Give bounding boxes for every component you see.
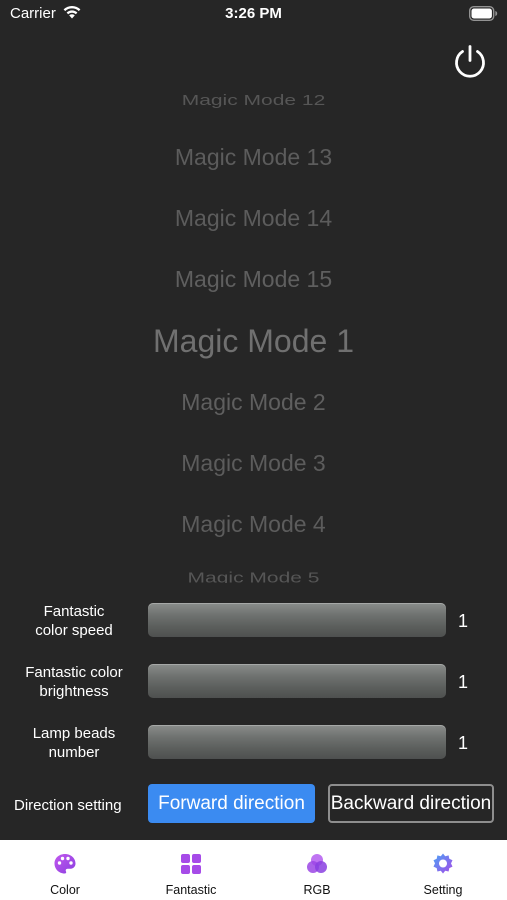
battery-icon [469,6,498,21]
tab-label: RGB [303,883,331,897]
picker-item[interactable]: Magic Mode 12 [0,92,507,109]
tab-bar: Color Fantastic RGB Setting [0,840,507,900]
tab-label: Setting [423,883,463,897]
speed-slider[interactable] [148,603,446,637]
speed-value: 1 [458,611,469,631]
status-bar: Carrier 3:26 PM [0,0,507,30]
power-button[interactable] [451,42,489,80]
backward-direction-button[interactable]: Backward direction [328,784,494,823]
picker-item[interactable]: Magic Mode 4 [0,511,507,538]
rgb-circles-icon [307,854,327,873]
tab-color[interactable]: Color [2,840,128,900]
brightness-value: 1 [458,672,469,692]
picker-item[interactable]: Magic Mode 3 [0,450,507,477]
picker-item[interactable]: Magic Mode 2 [0,389,507,416]
picker-item[interactable]: Magic Mode 15 [0,266,507,293]
picker-item[interactable]: Magic Mode 13 [0,144,507,171]
brightness-label: Fantastic color brightness [25,664,123,700]
magic-mode-picker[interactable]: Magic Mode 12 Magic Mode 13 Magic Mode 1… [0,88,507,583]
tab-rgb[interactable]: RGB [254,840,380,900]
tab-label: Color [50,883,80,897]
direction-label: Direction setting [14,797,122,814]
lamp-beads-value: 1 [458,733,469,753]
brightness-slider[interactable] [148,664,446,698]
palette-icon [54,854,76,874]
picker-item-selected[interactable]: Magic Mode 1 [0,323,507,360]
tab-fantastic[interactable]: Fantastic [128,840,254,900]
lamp-beads-slider[interactable] [148,725,446,759]
forward-direction-button[interactable]: Forward direction [148,784,315,823]
tab-setting[interactable]: Setting [380,840,506,900]
grid-icon [181,854,201,874]
picker-item[interactable]: Magic Mode 14 [0,205,507,232]
gear-icon [433,853,453,874]
speed-label: Fantastic color speed [35,603,113,639]
tab-label: Fantastic [165,883,217,897]
picker-item[interactable]: Magic Mode 5 [0,570,507,583]
lamp-beads-label: Lamp beads number [32,725,116,761]
clock: 3:26 PM [225,5,282,22]
